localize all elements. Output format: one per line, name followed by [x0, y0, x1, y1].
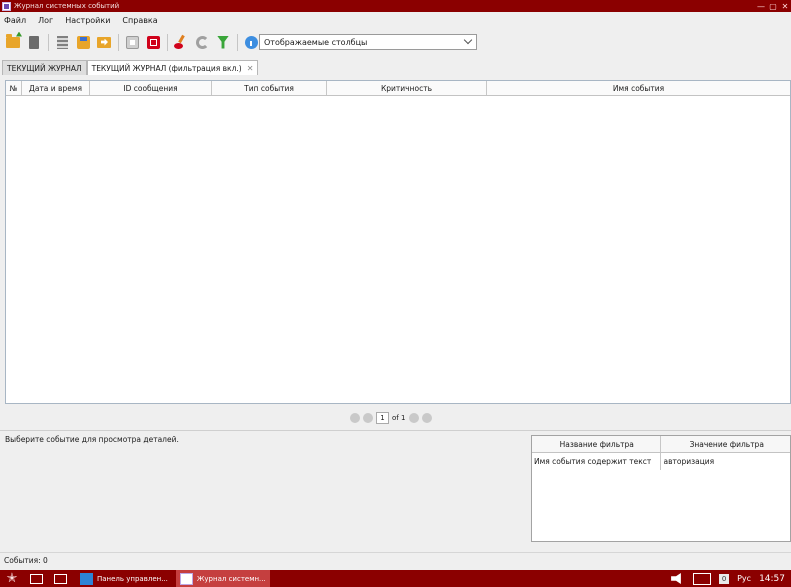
event-log-app-icon	[2, 1, 11, 11]
column-header-filter-value[interactable]: Значение фильтра	[661, 436, 791, 452]
list-icon	[56, 35, 68, 49]
tab-label: ТЕКУЩИЙ ЖУРНАЛ	[7, 63, 82, 73]
panel-splitter[interactable]	[0, 430, 791, 431]
log-tabs: ТЕКУЩИЙ ЖУРНАЛ ТЕКУЩИЙ ЖУРНАЛ (фильтраци…	[2, 60, 259, 75]
last-page-button[interactable]	[422, 413, 433, 423]
filters-table[interactable]: Название фильтра Значение фильтра Имя со…	[531, 435, 791, 542]
task-event-log[interactable]: Журнал системн...	[175, 570, 270, 587]
stop-button[interactable]	[144, 33, 162, 51]
volume-icon[interactable]	[671, 573, 681, 584]
filter-button[interactable]	[214, 33, 232, 51]
filter-value-cell: авторизация	[663, 457, 715, 466]
maximize-button[interactable]: ▢	[767, 2, 779, 11]
event-details-text: Выберите событие для просмотра деталей.	[5, 435, 179, 444]
export-button[interactable]	[95, 33, 113, 51]
column-header-datetime[interactable]: Дата и время	[22, 81, 90, 95]
network-icon[interactable]	[693, 572, 712, 585]
window-title: Журнал системных событий	[14, 2, 120, 10]
tab-current-log[interactable]: ТЕКУЩИЙ ЖУРНАЛ	[2, 60, 87, 75]
filter-icon	[217, 35, 229, 49]
export-icon	[97, 36, 111, 48]
column-header-event-name[interactable]: Имя события	[487, 81, 790, 95]
menu-log[interactable]: Лог	[38, 16, 53, 25]
info-icon	[244, 35, 258, 49]
menu-file[interactable]: Файл	[4, 16, 26, 25]
prev-page-button[interactable]	[363, 413, 373, 423]
columns-combo-value: Отображаемые столбцы	[264, 37, 368, 47]
toolbar-separator	[167, 33, 168, 51]
column-header-message-id[interactable]: ID сообщения	[90, 81, 212, 95]
pagination: 1 of 1	[350, 411, 435, 425]
first-page-button[interactable]	[350, 413, 360, 423]
list-button[interactable]	[53, 33, 71, 51]
task-label: Панель управлен...	[97, 574, 168, 583]
save-icon	[76, 35, 90, 49]
column-header-severity[interactable]: Критичность	[327, 81, 487, 95]
task-label: Журнал системн...	[196, 574, 266, 583]
document-button[interactable]	[25, 33, 43, 51]
document-icon	[29, 35, 39, 49]
window-titlebar: Журнал системных событий — ▢ ✕	[0, 0, 791, 12]
tab-current-log-filtered[interactable]: ТЕКУЩИЙ ЖУРНАЛ (фильтрация вкл.) ✕	[86, 60, 259, 75]
event-log-icon	[179, 572, 193, 585]
control-panel-icon	[80, 572, 93, 585]
task-control-panel[interactable]: Панель управлен...	[76, 570, 172, 587]
play-button[interactable]	[123, 33, 141, 51]
column-header-number[interactable]: №	[6, 81, 22, 95]
menu-settings[interactable]: Настройки	[65, 16, 110, 25]
toolbar-separator	[48, 33, 49, 51]
page-total: of 1	[392, 414, 406, 422]
refresh-icon	[195, 35, 209, 49]
clear-button[interactable]	[172, 33, 190, 51]
refresh-button[interactable]	[193, 33, 211, 51]
page-number-input[interactable]: 1	[376, 412, 389, 424]
column-header-event-type[interactable]: Тип события	[212, 81, 327, 95]
desktop-icon[interactable]	[48, 570, 72, 587]
filter-name-cell: Имя события содержит текст	[532, 453, 661, 470]
close-window-button[interactable]: ✕	[779, 2, 791, 11]
toolbar-separator	[118, 33, 119, 51]
stop-icon	[146, 35, 160, 49]
start-menu-icon[interactable]: ✭	[0, 570, 24, 587]
events-table[interactable]: № Дата и время ID сообщения Тип события …	[5, 80, 791, 404]
columns-combo[interactable]: Отображаемые столбцы	[259, 34, 477, 50]
save-button[interactable]	[74, 33, 92, 51]
open-folder-button[interactable]	[4, 33, 22, 51]
taskbar: ✭ Панель управлен... Журнал системн... 0…	[0, 570, 791, 587]
close-tab-icon[interactable]: ✕	[247, 64, 254, 73]
menu-help[interactable]: Справка	[122, 16, 157, 25]
play-icon	[125, 35, 139, 49]
tab-label: ТЕКУЩИЙ ЖУРНАЛ (фильтрация вкл.)	[91, 63, 242, 73]
table-header: № Дата и время ID сообщения Тип события …	[6, 81, 790, 96]
show-windows-icon[interactable]	[24, 570, 48, 587]
minimize-button[interactable]: —	[755, 2, 767, 11]
clear-icon	[174, 35, 188, 49]
menu-bar: Файл Лог Настройки Справка	[0, 13, 791, 28]
open-folder-icon	[6, 33, 20, 48]
keyboard-layout[interactable]: Рус	[737, 574, 751, 583]
filters-table-header: Название фильтра Значение фильтра	[532, 436, 790, 453]
info-button[interactable]	[242, 33, 260, 51]
notification-badge[interactable]: 0	[719, 573, 730, 584]
chevron-down-icon	[463, 35, 473, 45]
system-tray: 0 Рус 14:57	[671, 570, 791, 587]
events-count: События: 0	[4, 556, 48, 565]
next-page-button[interactable]	[409, 413, 420, 423]
toolbar-separator	[237, 33, 238, 51]
clock[interactable]: 14:57	[759, 574, 785, 584]
status-bar: События: 0	[0, 552, 791, 568]
column-header-filter-name[interactable]: Название фильтра	[532, 436, 661, 452]
table-row[interactable]: Имя события содержит текст авторизация	[532, 453, 790, 470]
